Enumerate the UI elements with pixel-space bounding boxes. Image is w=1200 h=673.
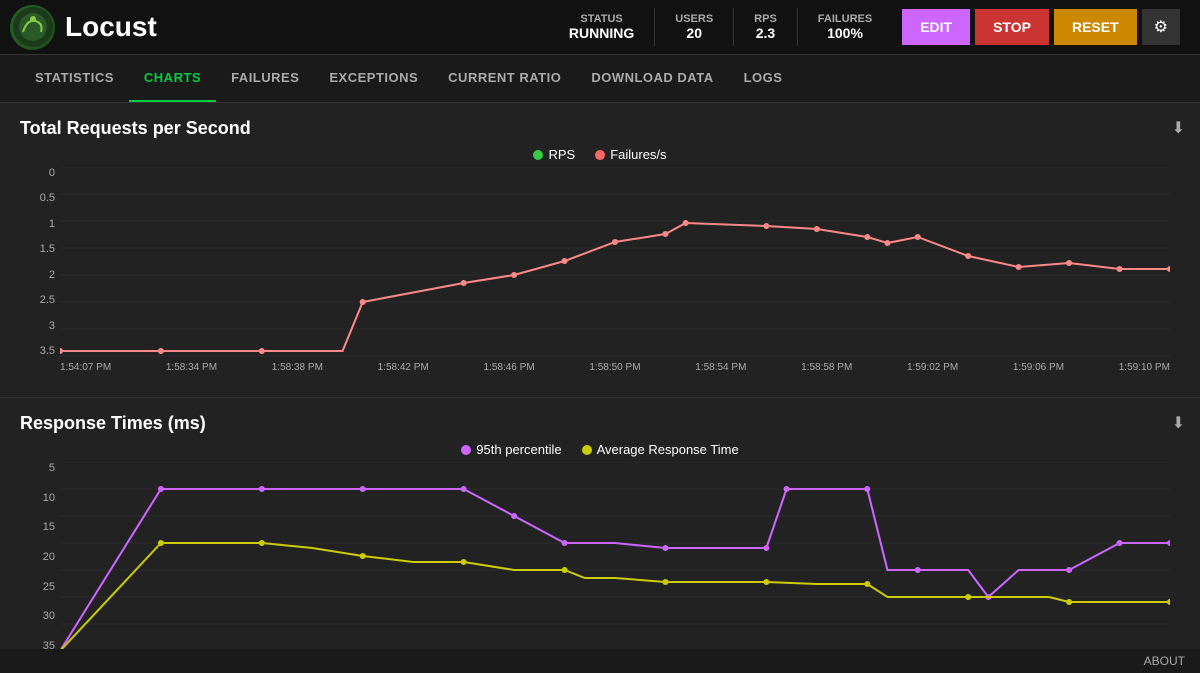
nav: STATISTICS CHARTS FAILURES EXCEPTIONS CU… — [0, 55, 1200, 103]
nav-logs[interactable]: LOGS — [729, 55, 798, 102]
legend-rps-label: RPS — [548, 147, 575, 162]
chart-rps-legend: RPS Failures/s — [20, 147, 1180, 162]
legend-avg-dot — [582, 445, 592, 455]
status-block-failures: FAILURES 100% — [798, 8, 892, 46]
chart-rps-wrapper: 3.5 3 2.5 2 1.5 1 0.5 0 — [20, 167, 1180, 387]
header: Locust STATUS RUNNING USERS 20 RPS 2.3 F… — [0, 0, 1200, 55]
chart-response-svg — [60, 462, 1170, 652]
legend-rps-dot — [533, 150, 543, 160]
legend-failures-label: Failures/s — [610, 147, 666, 162]
rps-value: 2.3 — [756, 25, 775, 41]
nav-failures[interactable]: FAILURES — [216, 55, 314, 102]
status-block-status: STATUS RUNNING — [549, 8, 655, 46]
failures-label: FAILURES — [818, 13, 872, 25]
charts-area: ⬇ Total Requests per Second RPS Failures… — [0, 103, 1200, 671]
rps-label: RPS — [754, 13, 777, 25]
logo-icon — [10, 5, 55, 50]
status-block-rps: RPS 2.3 — [734, 8, 798, 46]
about-bar: ABOUT — [0, 649, 1200, 673]
status-value: RUNNING — [569, 25, 634, 41]
download-rps-icon[interactable]: ⬇ — [1172, 118, 1185, 138]
nav-statistics[interactable]: STATISTICS — [20, 55, 129, 102]
chart-rps-title: Total Requests per Second — [20, 118, 1180, 139]
status-blocks: STATUS RUNNING USERS 20 RPS 2.3 FAILURES… — [549, 8, 892, 46]
chart-response-y-axis: 35 30 25 20 15 10 5 — [20, 462, 60, 652]
nav-charts[interactable]: CHARTS — [129, 55, 216, 102]
legend-failures: Failures/s — [595, 147, 666, 162]
stop-button[interactable]: STOP — [975, 9, 1049, 45]
legend-95th: 95th percentile — [461, 442, 561, 457]
status-label: STATUS — [580, 13, 622, 25]
chart-rps-svg — [60, 167, 1170, 357]
reset-button[interactable]: RESET — [1054, 9, 1137, 45]
legend-avg: Average Response Time — [582, 442, 739, 457]
logo-area: Locust — [10, 5, 157, 50]
chart-response-area — [60, 462, 1170, 652]
users-value: 20 — [686, 25, 702, 41]
settings-button[interactable]: ⚙ — [1142, 9, 1180, 45]
status-block-users: USERS 20 — [655, 8, 734, 46]
nav-download-data[interactable]: DOWNLOAD DATA — [576, 55, 728, 102]
chart-rps-area — [60, 167, 1170, 357]
app-title: Locust — [65, 11, 157, 43]
header-buttons: EDIT STOP RESET ⚙ — [902, 9, 1180, 45]
legend-95th-label: 95th percentile — [476, 442, 561, 457]
legend-failures-dot — [595, 150, 605, 160]
legend-95th-dot — [461, 445, 471, 455]
chart-rps-container: ⬇ Total Requests per Second RPS Failures… — [0, 103, 1200, 398]
legend-avg-label: Average Response Time — [597, 442, 739, 457]
nav-current-ratio[interactable]: CURRENT RATIO — [433, 55, 576, 102]
chart-response-title: Response Times (ms) — [20, 413, 1180, 434]
chart-rps-y-axis: 3.5 3 2.5 2 1.5 1 0.5 0 — [20, 167, 60, 357]
about-label[interactable]: ABOUT — [1144, 654, 1185, 668]
chart-rps-x-axis: 1:54:07 PM 1:58:34 PM 1:58:38 PM 1:58:42… — [60, 357, 1170, 387]
chart-response-wrapper: 35 30 25 20 15 10 5 — [20, 462, 1180, 671]
chart-response-container: ⬇ Response Times (ms) 95th percentile Av… — [0, 398, 1200, 671]
download-response-icon[interactable]: ⬇ — [1172, 413, 1185, 433]
users-label: USERS — [675, 13, 713, 25]
chart-response-legend: 95th percentile Average Response Time — [20, 442, 1180, 457]
edit-button[interactable]: EDIT — [902, 9, 970, 45]
legend-rps: RPS — [533, 147, 575, 162]
failures-value: 100% — [827, 25, 863, 41]
nav-exceptions[interactable]: EXCEPTIONS — [314, 55, 433, 102]
